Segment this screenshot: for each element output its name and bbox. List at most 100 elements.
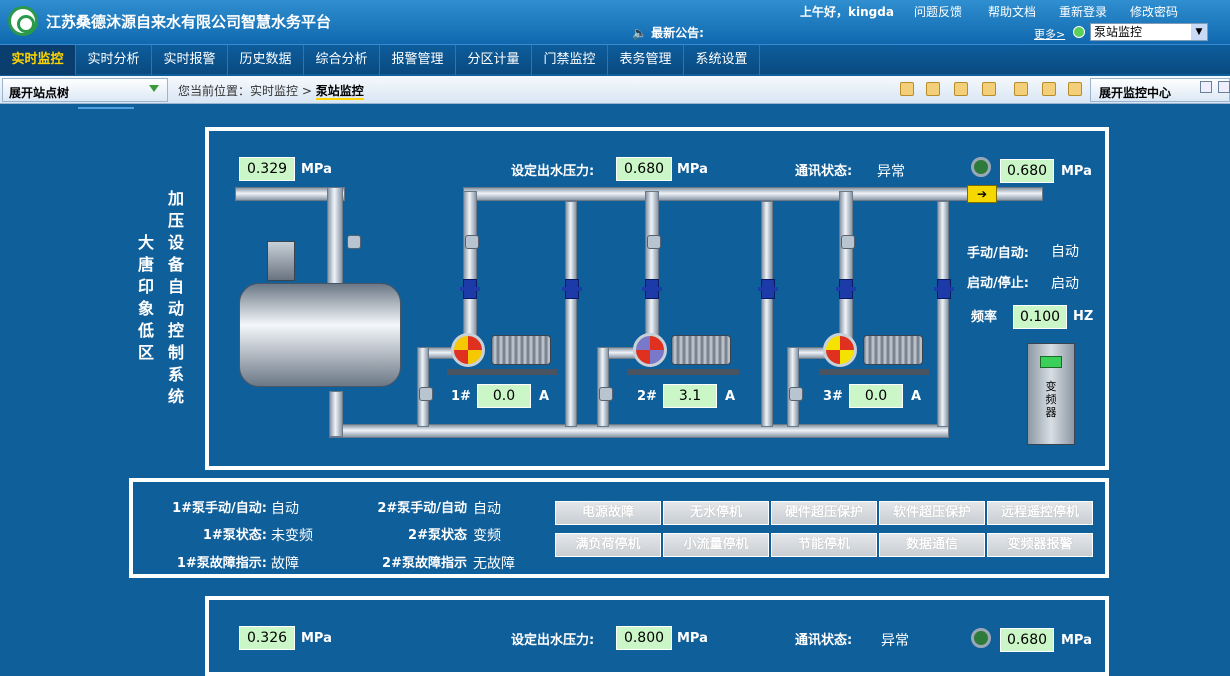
pump-3-label: 3# bbox=[823, 389, 843, 404]
system-title: 加压设备自动控制系统 bbox=[167, 189, 184, 406]
station2-inlet-pressure-value: 0.326 bbox=[239, 626, 295, 650]
outlet-pressure-value: 0.680 bbox=[1000, 159, 1054, 183]
menu-realtime-analysis[interactable]: 实时分析 bbox=[76, 45, 152, 75]
pump1-riser-pipe bbox=[463, 191, 477, 351]
water-tank bbox=[239, 283, 401, 387]
pump-1-icon[interactable] bbox=[451, 333, 485, 367]
module-select[interactable]: 泵站监控 ▼ bbox=[1090, 23, 1208, 41]
menu-history-data[interactable]: 历史数据 bbox=[228, 45, 304, 75]
inlet-pressure-value: 0.329 bbox=[239, 157, 295, 181]
expand-station-tree-button[interactable]: 展开站点树 bbox=[2, 78, 168, 102]
pump1-status-value: 未变频 bbox=[271, 528, 313, 544]
home-icon[interactable] bbox=[1073, 26, 1085, 38]
more-link[interactable]: 更多> bbox=[1034, 26, 1065, 42]
pump-1-base bbox=[447, 369, 557, 375]
bypass1-check-valve-icon bbox=[562, 279, 582, 299]
alarm-power-fault[interactable]: 电源故障 bbox=[555, 501, 661, 525]
pump-1-current: 0.0 bbox=[477, 384, 531, 408]
pump1-mode-label: 1#泵手动/自动: bbox=[172, 501, 267, 516]
pump3-outlet-valve-icon bbox=[841, 235, 855, 249]
inlet-valve-icon bbox=[347, 235, 361, 249]
pump-2-current: 3.1 bbox=[663, 384, 717, 408]
copy-icon[interactable] bbox=[982, 82, 996, 96]
vfd-label: 变频器 bbox=[1045, 380, 1057, 419]
alarm-data-comm[interactable]: 数据通信 bbox=[879, 533, 985, 557]
change-password-link[interactable]: 修改密码 bbox=[1130, 3, 1178, 20]
station2-comm-status-label: 通讯状态: bbox=[795, 633, 853, 648]
pump-1-current-unit: A bbox=[539, 389, 550, 404]
pump2-fault-label: 2#泵故障指示 bbox=[382, 556, 467, 571]
pump2-riser-pipe bbox=[645, 191, 659, 351]
pump2-mode-label: 2#泵手动/自动 bbox=[377, 501, 467, 516]
menu-zone-metering[interactable]: 分区计量 bbox=[456, 45, 532, 75]
breadcrumb-current: 泵站监控 bbox=[315, 84, 364, 100]
pump-2-icon[interactable] bbox=[633, 333, 667, 367]
help-link[interactable]: 帮助文档 bbox=[988, 3, 1036, 20]
company-logo bbox=[8, 6, 38, 36]
pump-2-motor-icon bbox=[671, 335, 731, 365]
pump2-fault-value: 无故障 bbox=[473, 556, 515, 572]
alarm-remote-stop[interactable]: 远程遥控停机 bbox=[987, 501, 1093, 525]
frequency-unit: HZ bbox=[1073, 309, 1094, 324]
pump-3-icon[interactable] bbox=[823, 333, 857, 367]
menu-meter-management[interactable]: 表务管理 bbox=[608, 45, 684, 75]
layout-icon[interactable] bbox=[1218, 81, 1230, 93]
station2-set-pressure-value: 0.800 bbox=[616, 626, 672, 650]
alarm-low-flow-stop[interactable]: 小流量停机 bbox=[663, 533, 769, 557]
report-icon[interactable] bbox=[900, 82, 914, 96]
network-icon[interactable] bbox=[1042, 82, 1056, 96]
alarm-energy-saving-stop[interactable]: 节能停机 bbox=[771, 533, 877, 557]
feedback-link[interactable]: 问题反馈 bbox=[914, 3, 962, 20]
relogin-link[interactable]: 重新登录 bbox=[1059, 3, 1107, 20]
print-icon[interactable] bbox=[1014, 82, 1028, 96]
vfd-cabinet[interactable]: 变频器 bbox=[1027, 343, 1075, 445]
menu-alarm-management[interactable]: 报警管理 bbox=[380, 45, 456, 75]
pump2-outlet-valve-icon bbox=[647, 235, 661, 249]
pump3-inlet-valve-icon bbox=[789, 387, 803, 401]
alarm-no-water-stop[interactable]: 无水停机 bbox=[663, 501, 769, 525]
alarm-full-load-stop[interactable]: 满负荷停机 bbox=[555, 533, 661, 557]
pump-1-motor-icon bbox=[491, 335, 551, 365]
chevron-down-icon: ▼ bbox=[1191, 24, 1207, 40]
menu-access-control[interactable]: 门禁监控 bbox=[532, 45, 608, 75]
station-name: 大唐印象低区 bbox=[137, 233, 154, 362]
breadcrumb-prefix: 您当前位置：实时监控 > bbox=[178, 84, 312, 98]
pump1-inlet-valve-icon bbox=[419, 387, 433, 401]
bypass3-pipe bbox=[937, 201, 949, 427]
search-icon[interactable] bbox=[926, 82, 940, 96]
pump1-fault-value: 故障 bbox=[271, 556, 299, 572]
pump-status-panel: 1#泵手动/自动: 自动 1#泵状态: 未变频 1#泵故障指示: 故障 2#泵手… bbox=[129, 478, 1109, 578]
tools-icon[interactable] bbox=[1068, 82, 1082, 96]
pressure-gauge-icon bbox=[971, 157, 991, 177]
tab-indicator bbox=[78, 107, 134, 109]
toolbar: 展开站点树 您当前位置：实时监控 > 泵站监控 展开监控中心 bbox=[0, 76, 1230, 104]
chevron-down-icon bbox=[149, 85, 159, 92]
pump-station-panel: ➔ 变频器 0.329 MPa 设定出水压力: 0.680 MPa 通讯状态: … bbox=[205, 127, 1109, 470]
window-icon[interactable] bbox=[1200, 81, 1212, 93]
alarm-vfd[interactable]: 变频器报警 bbox=[987, 533, 1093, 557]
pump2-status-value: 变频 bbox=[473, 528, 501, 544]
breadcrumb: 您当前位置：实时监控 > 泵站监控 bbox=[178, 82, 364, 100]
menu-system-settings[interactable]: 系统设置 bbox=[684, 45, 760, 75]
outlet-pressure-unit: MPa bbox=[1061, 164, 1092, 179]
expand-station-tree-label: 展开站点树 bbox=[9, 86, 70, 100]
pump-2-current-unit: A bbox=[725, 389, 736, 404]
menu-realtime-alarm[interactable]: 实时报警 bbox=[152, 45, 228, 75]
main-menu: 实时监控 实时分析 实时报警 历史数据 综合分析 报警管理 分区计量 门禁监控 … bbox=[0, 44, 1230, 75]
alarm-sw-overpressure[interactable]: 软件超压保护 bbox=[879, 501, 985, 525]
monitor-center-label: 展开监控中心 bbox=[1099, 86, 1172, 100]
pump-2-base bbox=[627, 369, 739, 375]
run-value: 启动 bbox=[1051, 276, 1079, 292]
tank-outlet-pipe bbox=[329, 391, 343, 437]
pump-2-label: 2# bbox=[637, 389, 657, 404]
mode-label: 手动/自动: bbox=[967, 246, 1029, 261]
bypass1-pipe bbox=[565, 201, 577, 427]
menu-comprehensive-analysis[interactable]: 综合分析 bbox=[304, 45, 380, 75]
bypass2-check-valve-icon bbox=[758, 279, 778, 299]
alarm-hw-overpressure[interactable]: 硬件超压保护 bbox=[771, 501, 877, 525]
flow-meter-icon: ➔ bbox=[967, 185, 997, 203]
set-pressure-label: 设定出水压力: bbox=[511, 164, 595, 179]
document-icon[interactable] bbox=[954, 82, 968, 96]
station2-pressure-gauge-icon bbox=[971, 628, 991, 648]
menu-realtime-monitor[interactable]: 实时监控 bbox=[0, 45, 76, 75]
